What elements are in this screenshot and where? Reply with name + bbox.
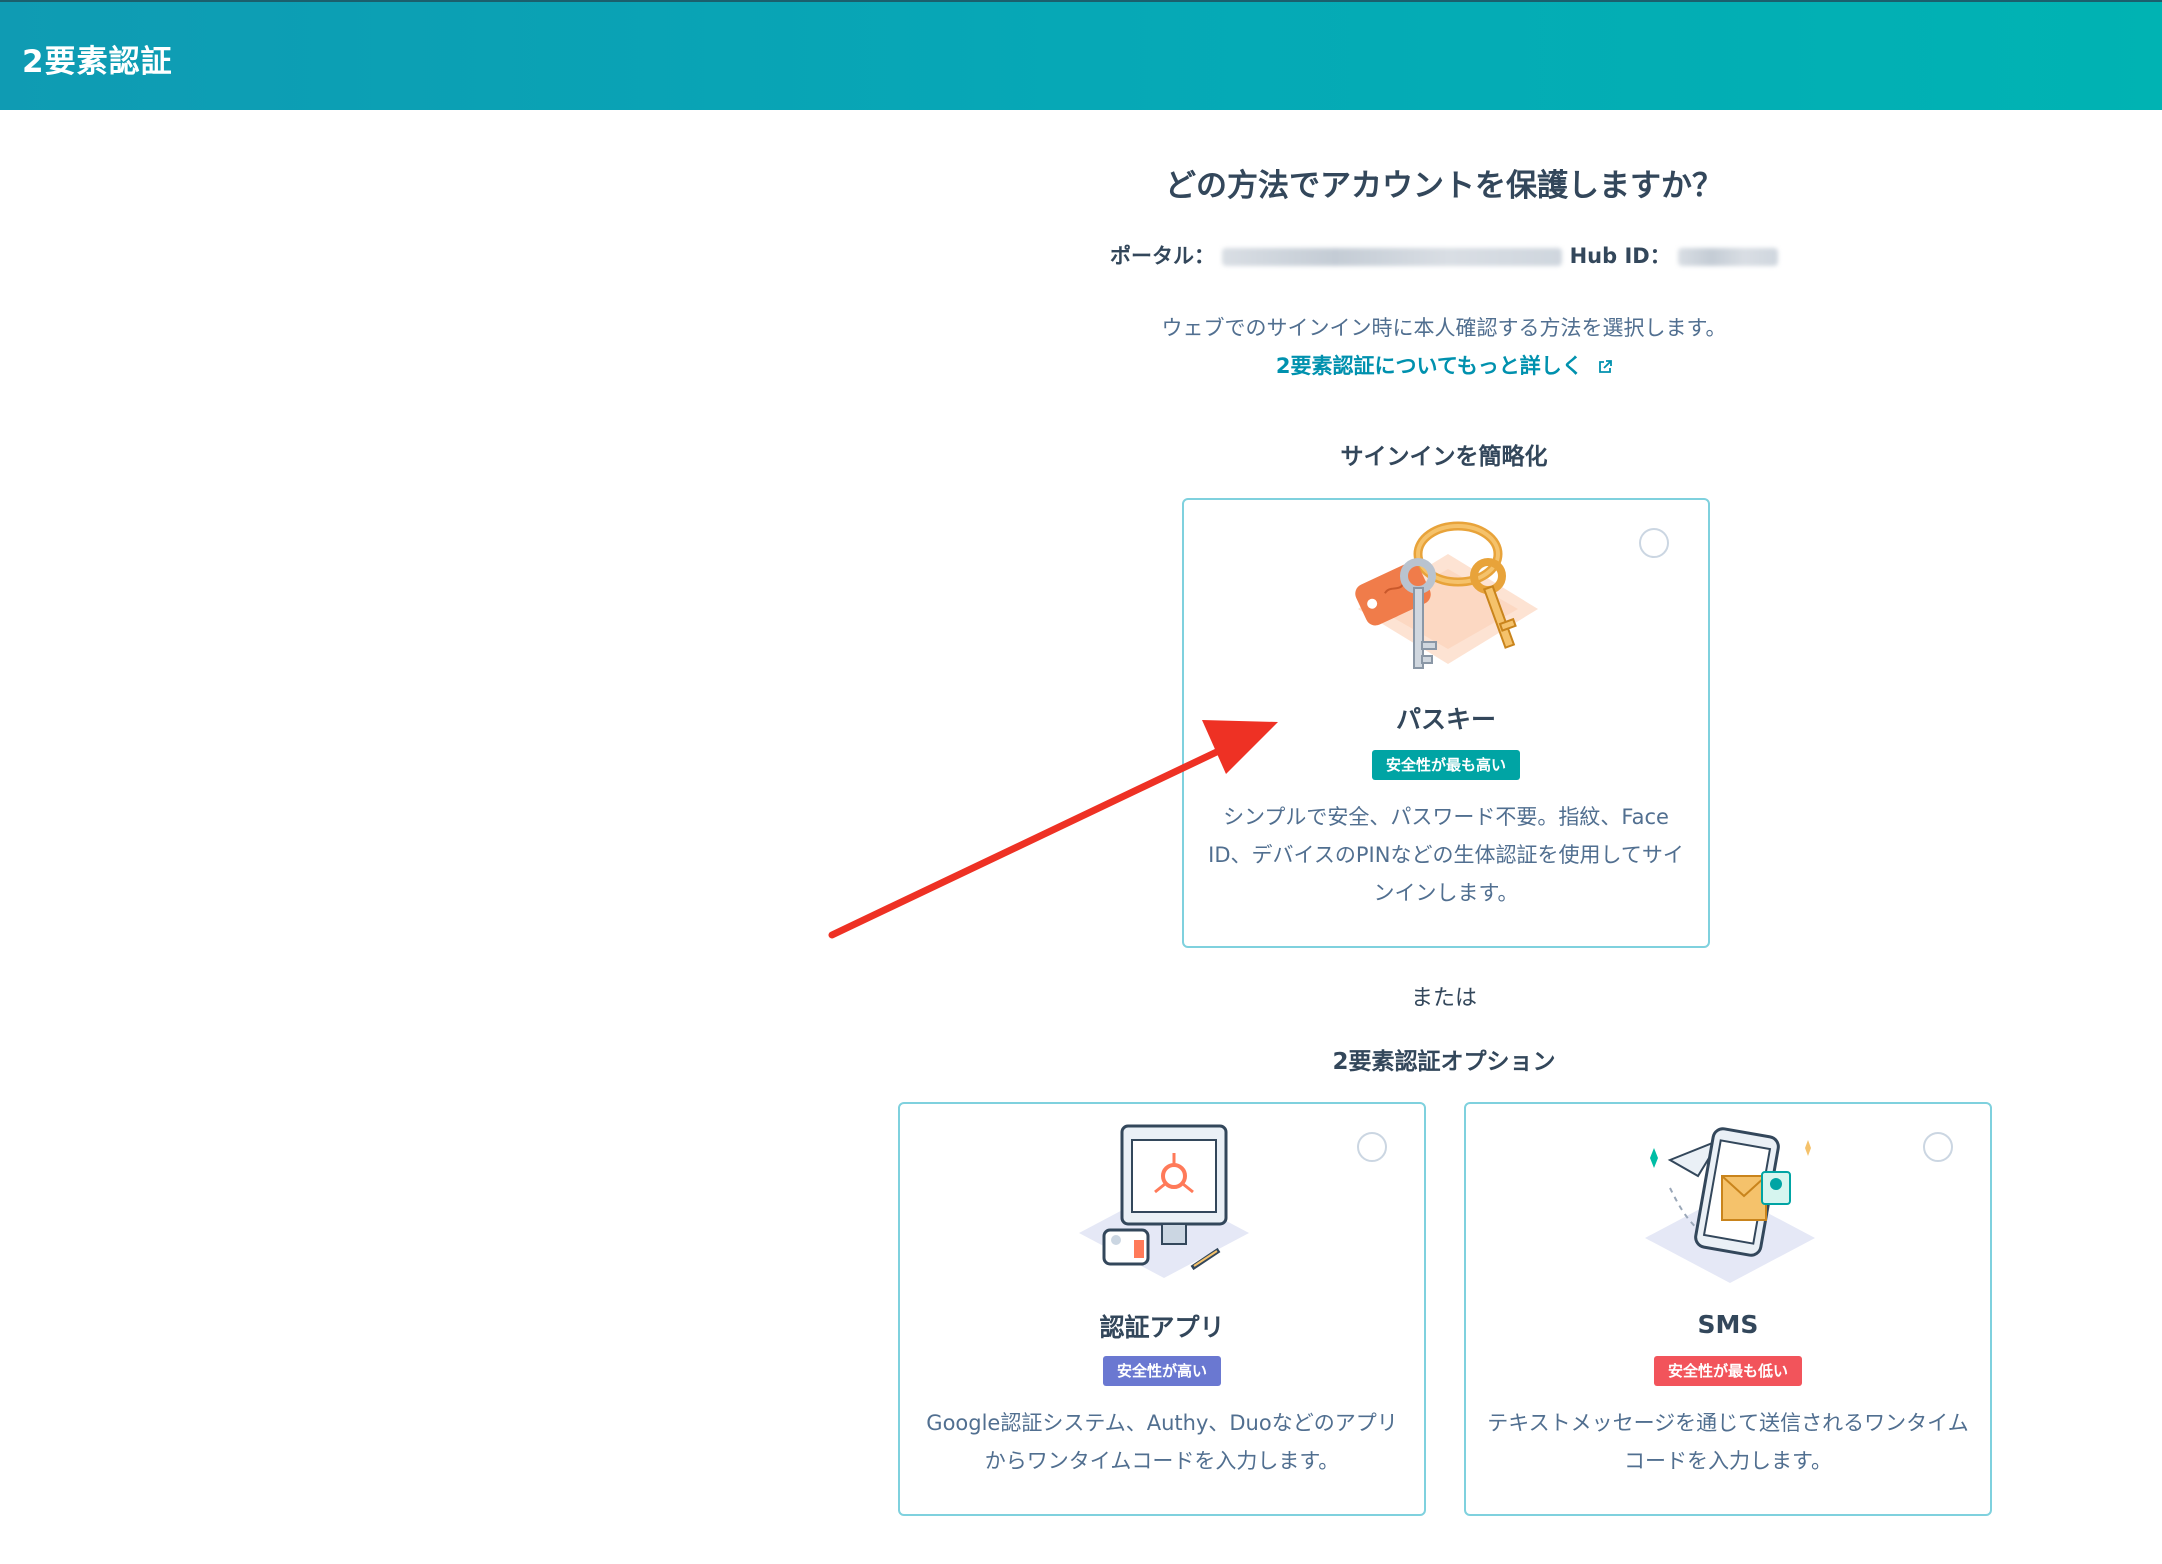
annotation-arrow-icon (828, 720, 1278, 939)
